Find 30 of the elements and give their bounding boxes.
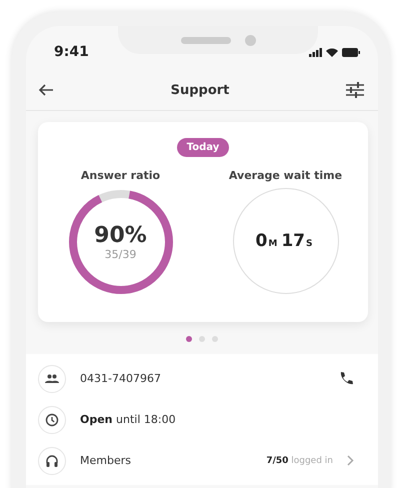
info-text: Members [80,454,132,467]
page-title: Support [170,82,230,98]
clock-icon [38,406,66,434]
signal-icon [309,48,322,56]
phone-icon[interactable] [338,370,354,386]
info-text: 0431-7407967 [80,372,162,385]
page-dot[interactable] [199,336,205,342]
wifi-icon [326,48,338,56]
logged-in-count: 7/50 logged in [266,456,333,466]
info-text: Open until 18:00 [80,413,177,426]
page-dot[interactable] [212,336,218,342]
page-dot[interactable] [186,336,192,342]
wait-seconds: 17 [281,231,305,251]
minutes-unit: M [268,239,278,249]
seconds-unit: S [306,239,312,249]
back-arrow-icon[interactable] [38,84,54,96]
answer-ratio-label: Answer ratio [80,169,160,182]
answer-ratio-value: 90% [94,223,147,248]
people-icon [38,364,66,392]
headset-icon [38,446,66,474]
chevron-right-icon[interactable] [347,455,354,466]
camera-dot [244,34,256,46]
battery-icon [342,48,360,56]
wait-time-label: Average wait time [228,169,342,182]
status-time: 9:41 [54,44,89,60]
speaker-grille [180,36,230,44]
filter-settings-icon[interactable] [346,82,364,98]
wait-minutes: 0 [256,231,268,251]
answer-ratio-detail: 35/39 [104,248,136,261]
period-badge: Today [176,138,230,157]
